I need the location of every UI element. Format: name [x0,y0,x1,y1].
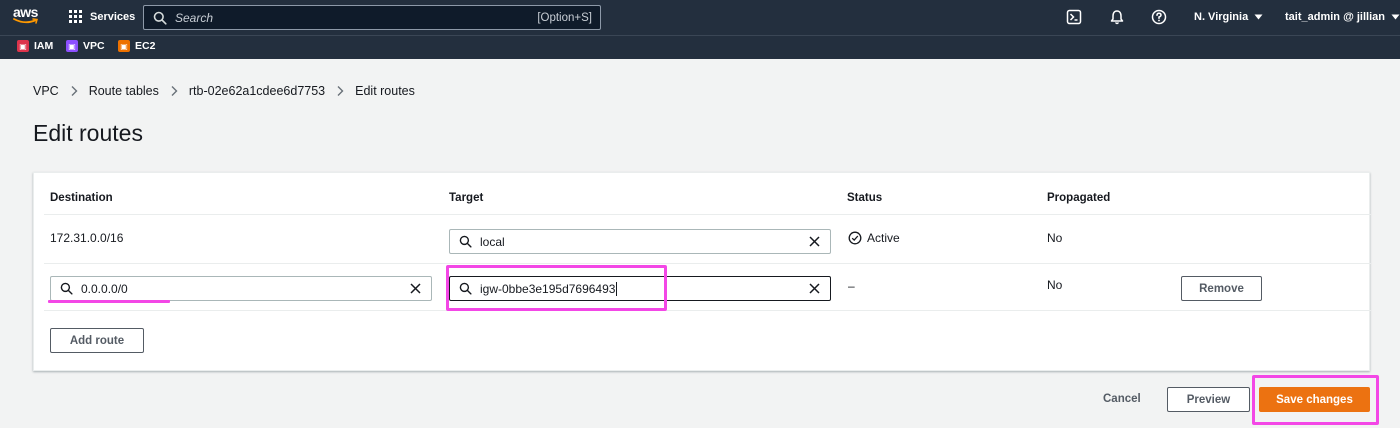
breadcrumb-route-table-id[interactable]: rtb-02e62a1cdee6d7753 [189,84,325,98]
column-header-target: Target [449,192,484,204]
row-divider [44,214,1371,215]
check-circle-icon [848,231,862,245]
chevron-right-icon [337,86,344,96]
services-label: Services [90,10,136,23]
account-menu[interactable]: tait_admin @ jillian [1285,8,1400,26]
route-2-propagated: No [1047,278,1063,292]
favorite-label: VPC [83,40,105,52]
ec2-service-icon: ▣ [118,40,130,52]
route-1-target-value: local [480,234,505,249]
page-title: Edit routes [33,120,143,146]
region-selector[interactable]: N. Virginia [1194,8,1263,26]
search-shortcut: [Option+S] [537,11,592,24]
routes-table-card: Destination Target Status Propagated 172… [33,172,1371,371]
route-1-target-input[interactable]: local [449,229,831,254]
save-changes-button[interactable]: Save changes [1259,387,1370,412]
route-1-status: Active [848,231,900,245]
breadcrumb-current-page: Edit routes [355,84,415,98]
breadcrumb-route-tables[interactable]: Route tables [89,84,159,98]
cloudshell-icon[interactable] [1066,9,1082,25]
search-icon [153,11,167,25]
services-menu-button[interactable]: Services [69,10,135,23]
preview-button[interactable]: Preview [1167,387,1250,412]
route-2-destination-value: 0.0.0.0/0 [81,281,128,296]
iam-service-icon: ▣ [17,40,29,52]
caret-down-icon [1254,14,1263,20]
favorite-iam[interactable]: ▣ IAM [17,40,53,52]
remove-route-button[interactable]: Remove [1181,276,1262,301]
column-header-status: Status [847,192,883,204]
grid-icon [69,10,82,23]
row-divider [44,263,1371,264]
route-1-destination: 172.31.0.0/16 [50,231,124,245]
favorites-bar: ▣ IAM ▣ VPC ▣ EC2 [0,35,1400,59]
breadcrumb-vpc[interactable]: VPC [33,84,59,98]
highlight-box [446,265,667,311]
vpc-service-icon: ▣ [66,40,78,52]
search-icon [60,282,73,295]
caret-down-icon [1391,14,1400,20]
search-icon [459,235,472,248]
global-search-input[interactable]: Search [Option+S] [143,5,601,30]
row-divider [44,310,1371,311]
aws-logo[interactable]: aws [13,5,43,29]
chevron-right-icon [171,86,178,96]
region-label: N. Virginia [1194,11,1249,23]
breadcrumb: VPC Route tables rtb-02e62a1cdee6d7753 E… [33,84,415,98]
cancel-button[interactable]: Cancel [1103,393,1141,405]
highlight-underline [48,300,170,303]
favorite-vpc[interactable]: ▣ VPC [66,40,105,52]
favorite-ec2[interactable]: ▣ EC2 [118,40,155,52]
search-placeholder: Search [175,10,214,25]
add-route-button[interactable]: Add route [50,328,144,353]
route-2-status: – [848,279,855,293]
route-2-destination-input[interactable]: 0.0.0.0/0 [50,276,432,301]
favorite-label: EC2 [135,40,156,52]
aws-logo-text: aws [13,4,38,20]
route-1-propagated: No [1047,231,1063,245]
favorite-label: IAM [34,40,54,52]
route-1-status-text: Active [867,231,900,245]
top-navigation: aws Services Search [Option+S] N. Virgin… [0,0,1400,35]
notifications-bell-icon[interactable] [1109,9,1125,25]
account-label: tait_admin @ jillian [1285,11,1385,23]
chevron-right-icon [71,86,78,96]
column-header-propagated: Propagated [1047,192,1111,204]
clear-icon[interactable] [808,282,821,295]
clear-icon[interactable] [808,235,821,248]
help-icon[interactable] [1151,9,1167,25]
clear-icon[interactable] [409,282,422,295]
column-header-destination: Destination [50,192,113,204]
